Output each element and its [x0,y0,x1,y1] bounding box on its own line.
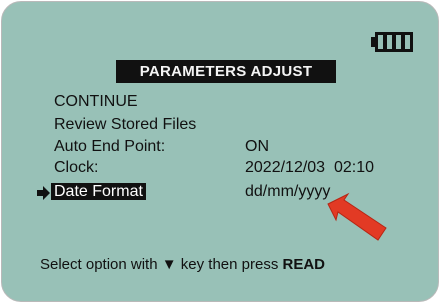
footer-action: READ [282,256,326,273]
menu-item-auto-end-point[interactable]: Auto End Point: [54,137,165,157]
menu-item-clock[interactable]: Clock: [54,158,98,178]
annotation-arrow-icon [327,192,387,241]
auto-end-point-value: ON [245,138,269,155]
clock-value: 2022/12/03 02:10 [245,159,375,176]
footer-instruction: Select option with ▼ key then press READ [40,256,325,273]
footer-middle: key then press [180,256,279,273]
footer-prefix: Select option with [40,256,158,273]
down-key-icon: ▼ [161,256,177,273]
page-title: PARAMETERS ADJUST [116,60,336,83]
date-format-label: Date Format [51,183,146,200]
date-format-value: dd/mm/yyyy [245,183,331,200]
selection-pointer-icon [37,186,50,200]
menu-item-continue[interactable]: CONTINUE [54,92,138,112]
battery-full-icon [371,31,416,53]
menu-item-review-stored-files[interactable]: Review Stored Files [54,115,196,135]
menu-item-date-format[interactable]: Date Format [51,182,146,202]
